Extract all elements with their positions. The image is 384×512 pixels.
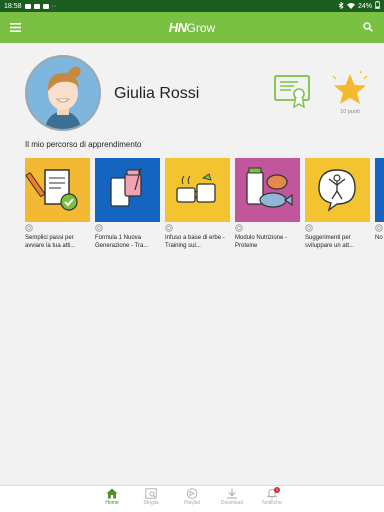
nav-download[interactable]: Download [212, 488, 252, 512]
nav-notifications[interactable]: 1 Notifiche [252, 487, 292, 512]
nav-download-label: Download [220, 500, 244, 506]
certificates-button[interactable] [274, 75, 310, 109]
download-status-icon[interactable] [235, 224, 243, 232]
course-title[interactable]: Semplici passi per avviare la tua atti..… [25, 234, 93, 250]
bottom-navigation: Home Sfoglia Playlist Download 1 Notific… [0, 485, 384, 512]
course-thumbnail[interactable] [305, 158, 370, 222]
section-title: Il mio percorso di apprendimento [25, 140, 142, 149]
course-thumbnail[interactable] [95, 158, 160, 222]
course-card[interactable]: Modulo Nutrizione - Proteine [235, 158, 300, 249]
app-logo: HNGrow [0, 20, 384, 35]
course-thumbnail[interactable] [375, 158, 384, 222]
app-bar: HNGrow [0, 12, 384, 43]
notification-icon [24, 3, 31, 9]
notification-icon [33, 3, 40, 9]
logo-text: Grow [186, 21, 216, 35]
search-button[interactable] [360, 19, 376, 35]
course-title[interactable]: Suggerimenti per sviluppare un att... [305, 234, 373, 250]
download-status-icon[interactable] [375, 224, 383, 232]
playlist-icon [186, 488, 198, 499]
notification-icon [42, 3, 49, 9]
course-card[interactable]: Semplici passi per avviare la tua atti..… [25, 158, 90, 249]
bluetooth-icon [338, 1, 344, 11]
notification-badge: 1 [274, 487, 280, 493]
course-card[interactable]: No Ba... [375, 158, 384, 241]
star-icon [332, 70, 368, 104]
menu-button[interactable] [0, 12, 30, 43]
nav-home-label: Home [105, 500, 119, 506]
battery-icon [375, 1, 380, 11]
nav-playlist[interactable]: Playlist [172, 488, 212, 512]
download-status-icon[interactable] [95, 224, 103, 232]
nav-notifications-label: Notifiche [262, 500, 282, 506]
course-card[interactable]: Formula 1 Nuova Generazione - Tra... [95, 158, 160, 249]
user-name: Giulia Rossi [114, 85, 200, 102]
course-title[interactable]: No Ba... [375, 234, 384, 242]
course-title[interactable]: Formula 1 Nuova Generazione - Tra... [95, 234, 163, 250]
hamburger-icon [9, 23, 21, 32]
status-bar: 18:58 ·· 24% [0, 0, 384, 12]
course-carousel[interactable]: Semplici passi per avviare la tua atti..… [25, 158, 384, 258]
course-card[interactable]: Suggerimenti per sviluppare un att... [305, 158, 370, 249]
nav-explore-label: Sfoglia [143, 500, 159, 506]
profile-header: Giulia Rossi 10 punti [25, 55, 370, 135]
points-button[interactable]: 10 punti [330, 70, 370, 117]
course-title[interactable]: Infuso a base di erbe - Training sul... [165, 234, 233, 250]
search-icon [363, 22, 373, 32]
logo-text: HN [168, 20, 187, 35]
wifi-icon [346, 2, 355, 11]
nav-playlist-label: Playlist [184, 500, 200, 506]
status-time: 18:58 [4, 2, 22, 10]
course-thumbnail[interactable] [25, 158, 90, 222]
explore-icon [145, 488, 157, 499]
course-thumbnail[interactable] [235, 158, 300, 222]
download-status-icon[interactable] [305, 224, 313, 232]
download-status-icon[interactable] [25, 224, 33, 232]
download-status-icon[interactable] [165, 224, 173, 232]
points-label: 10 punti [340, 109, 360, 115]
avatar[interactable] [25, 55, 101, 131]
download-icon [227, 488, 237, 499]
nav-explore[interactable]: Sfoglia [131, 488, 171, 512]
home-icon [106, 488, 118, 499]
course-thumbnail[interactable] [165, 158, 230, 222]
more-notifications: ·· [51, 2, 57, 10]
course-title[interactable]: Modulo Nutrizione - Proteine [235, 234, 303, 250]
certificate-icon [274, 75, 310, 109]
nav-home[interactable]: Home [92, 488, 132, 512]
battery-level: 24% [357, 2, 372, 10]
course-card[interactable]: Infuso a base di erbe - Training sul... [165, 158, 230, 249]
